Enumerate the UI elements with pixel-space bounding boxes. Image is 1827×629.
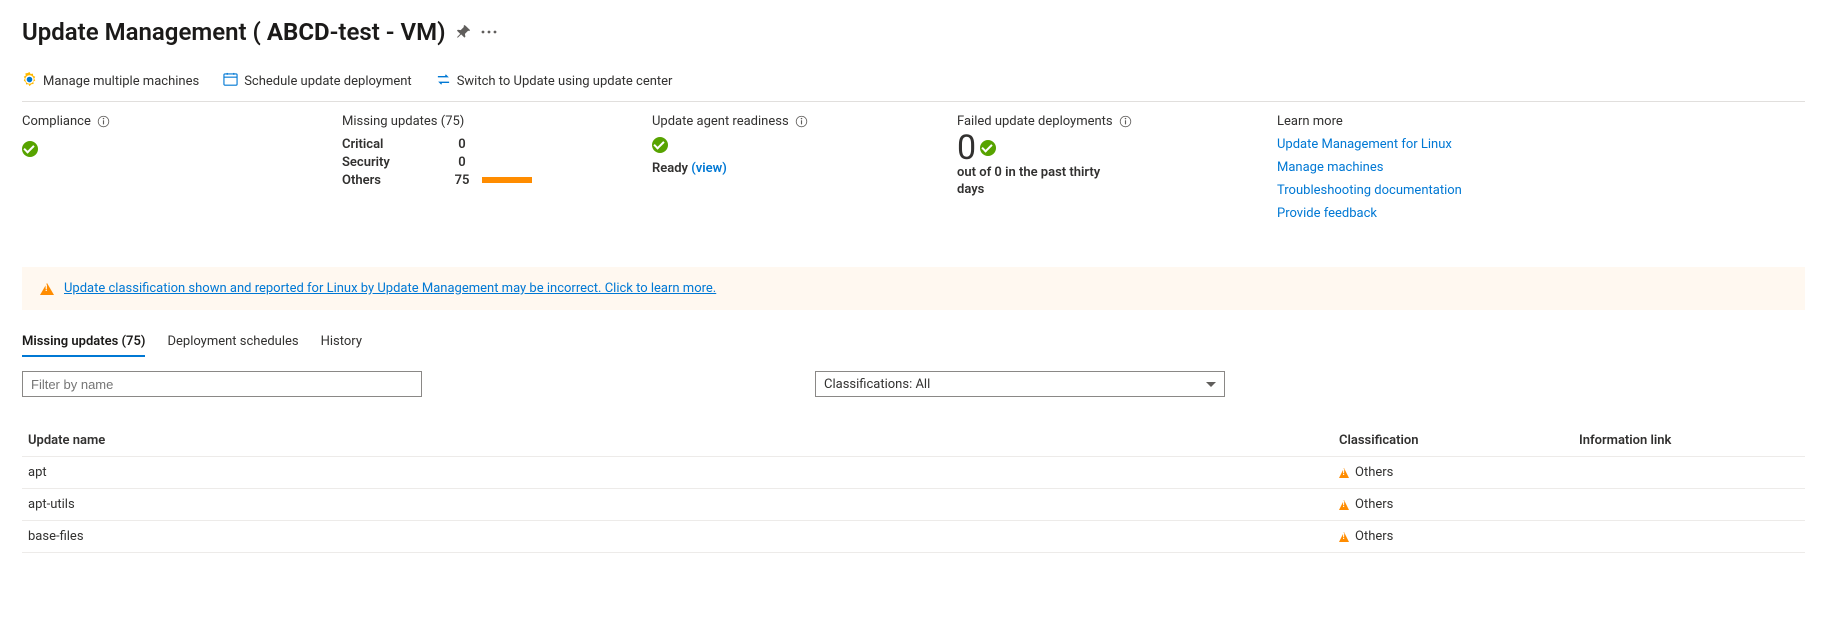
critical-value: 0	[442, 137, 482, 152]
missing-label: Missing updates (75)	[342, 114, 464, 129]
security-label: Security	[342, 155, 442, 170]
cell-classification: Others	[1339, 529, 1579, 544]
failed-label: Failed update deployments	[957, 114, 1113, 129]
table-row[interactable]: base-files Others	[22, 521, 1805, 553]
classification-text: Others	[1355, 497, 1393, 512]
learn-title: Learn more	[1277, 114, 1805, 129]
summary-cards: Compliance Missing updates (75) Critical…	[22, 114, 1805, 247]
switch-update-center-button[interactable]: Switch to Update using update center	[436, 72, 673, 91]
critical-label: Critical	[342, 137, 442, 152]
tabs: Missing updates (75) Deployment schedule…	[22, 334, 1805, 357]
page-title: Update Management ( ABCD-test - VM)	[22, 18, 446, 46]
gear-icon	[22, 72, 37, 91]
col-info-link: Information link	[1579, 433, 1799, 448]
learn-label: Learn more	[1277, 114, 1343, 129]
updates-table: Update name Classification Information l…	[22, 425, 1805, 553]
compliance-title: Compliance	[22, 114, 342, 129]
learn-link-linux[interactable]: Update Management for Linux	[1277, 137, 1805, 152]
tab-history[interactable]: History	[321, 334, 362, 357]
cell-name: base-files	[28, 529, 1339, 544]
cell-classification: Others	[1339, 465, 1579, 480]
learn-links: Update Management for Linux Manage machi…	[1277, 137, 1805, 221]
table-row[interactable]: apt Others	[22, 457, 1805, 489]
failed-deployments-card: Failed update deployments 0 out of 0 in …	[957, 114, 1277, 229]
compliance-card: Compliance	[22, 114, 342, 229]
missing-critical-row: Critical 0	[342, 135, 652, 153]
check-icon	[980, 140, 996, 156]
others-label: Others	[342, 173, 442, 188]
warning-icon	[1339, 468, 1349, 478]
compliance-label: Compliance	[22, 114, 91, 129]
col-classification: Classification	[1339, 433, 1579, 448]
title-suffix: -test - VM)	[330, 18, 446, 46]
table-row[interactable]: apt-utils Others	[22, 489, 1805, 521]
others-bar	[482, 177, 532, 183]
classification-text: Others	[1355, 529, 1393, 544]
warning-icon	[40, 283, 54, 295]
schedule-deployment-button[interactable]: Schedule update deployment	[223, 72, 411, 91]
pin-icon[interactable]	[456, 25, 471, 40]
title-vm: ABCD	[267, 18, 330, 46]
info-icon[interactable]	[795, 115, 808, 128]
missing-others-row: Others 75	[342, 171, 652, 189]
schedule-label: Schedule update deployment	[244, 74, 411, 89]
warning-banner: Update classification shown and reported…	[22, 267, 1805, 310]
toolbar: Manage multiple machines Schedule update…	[22, 72, 1805, 102]
warning-icon	[1339, 532, 1349, 542]
classifications-value: Classifications: All	[824, 377, 930, 392]
tab-missing-updates[interactable]: Missing updates (75)	[22, 334, 145, 357]
manage-multiple-button[interactable]: Manage multiple machines	[22, 72, 199, 91]
failed-value: 0	[957, 131, 976, 165]
tab-deployment-schedules[interactable]: Deployment schedules	[167, 334, 298, 357]
switch-label: Switch to Update using update center	[457, 74, 673, 89]
others-value: 75	[442, 173, 482, 188]
classifications-dropdown[interactable]: Classifications: All	[815, 371, 1225, 397]
missing-security-row: Security 0	[342, 153, 652, 171]
view-link[interactable]: (view)	[691, 161, 727, 176]
classification-text: Others	[1355, 465, 1393, 480]
agent-readiness-card: Update agent readiness Ready (view)	[652, 114, 957, 229]
title-prefix: Update Management (	[22, 18, 267, 46]
page-header: Update Management ( ABCD-test - VM)	[22, 18, 1805, 46]
missing-title: Missing updates (75)	[342, 114, 652, 129]
ready-label: Ready	[652, 161, 688, 176]
agent-title: Update agent readiness	[652, 114, 957, 129]
failed-title: Failed update deployments	[957, 114, 1277, 129]
agent-ready-line: Ready (view)	[652, 161, 957, 176]
swap-icon	[436, 72, 451, 91]
learn-more-card: Learn more Update Management for Linux M…	[1277, 114, 1805, 229]
learn-link-manage[interactable]: Manage machines	[1277, 160, 1805, 175]
table-header: Update name Classification Information l…	[22, 425, 1805, 457]
info-icon[interactable]	[1119, 115, 1132, 128]
manage-label: Manage multiple machines	[43, 74, 199, 89]
filter-row: Classifications: All	[22, 371, 1805, 397]
more-icon[interactable]	[481, 30, 497, 34]
check-icon	[22, 141, 38, 157]
learn-link-feedback[interactable]: Provide feedback	[1277, 206, 1805, 221]
check-icon	[652, 137, 668, 153]
failed-sub: out of 0 in the past thirty days	[957, 165, 1117, 199]
warning-icon	[1339, 500, 1349, 510]
banner-link[interactable]: Update classification shown and reported…	[64, 281, 716, 296]
cell-classification: Others	[1339, 497, 1579, 512]
info-icon[interactable]	[97, 115, 110, 128]
missing-updates-card: Missing updates (75) Critical 0 Security…	[342, 114, 652, 229]
agent-label: Update agent readiness	[652, 114, 789, 129]
filter-name-input[interactable]	[22, 371, 422, 397]
failed-value-row: 0	[957, 131, 1277, 165]
cell-name: apt-utils	[28, 497, 1339, 512]
calendar-icon	[223, 72, 238, 91]
learn-link-troubleshoot[interactable]: Troubleshooting documentation	[1277, 183, 1805, 198]
security-value: 0	[442, 155, 482, 170]
cell-name: apt	[28, 465, 1339, 480]
chevron-down-icon	[1206, 382, 1216, 387]
col-update-name: Update name	[28, 433, 1339, 448]
missing-rows: Critical 0 Security 0 Others 75	[342, 135, 652, 189]
